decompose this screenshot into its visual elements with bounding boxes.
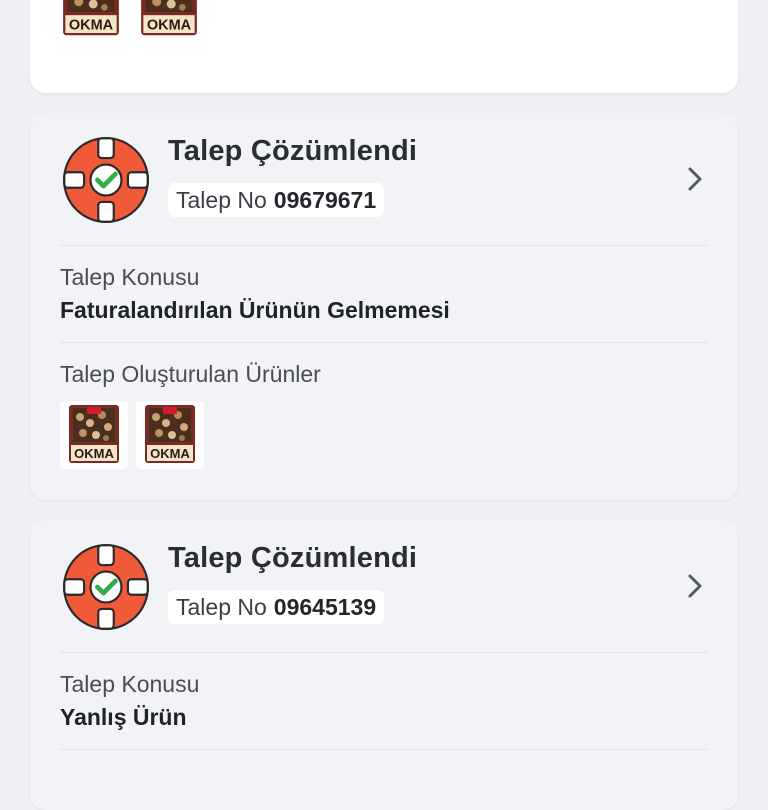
subject-label: Talep Konusu — [60, 671, 200, 697]
lifebuoy-check-icon — [63, 137, 149, 223]
product-thumbnail[interactable] — [136, 401, 204, 469]
ticket-number-value: 09679671 — [273, 186, 377, 213]
ticket-number-badge: Talep No 09679671 — [168, 183, 385, 217]
ticket-number-value: 09645139 — [273, 593, 377, 620]
divider — [60, 749, 708, 750]
lifebuoy-check-icon — [63, 544, 149, 630]
product-pack-image — [140, 0, 198, 38]
top-request-card[interactable] — [30, 0, 738, 93]
request-status-title: Talep Çözümlendi — [168, 135, 418, 167]
ticket-number-label: Talep No — [176, 593, 267, 620]
chevron-right-icon[interactable] — [686, 572, 704, 600]
request-card[interactable]: Talep Çözümlendi Talep No 09679671 Talep… — [30, 113, 738, 500]
product-pack-image — [144, 405, 196, 465]
product-pack-image — [68, 405, 120, 465]
product-thumbnail[interactable] — [62, 0, 120, 38]
divider — [60, 652, 708, 653]
product-thumbnail[interactable] — [140, 0, 198, 38]
product-thumbnail[interactable] — [60, 401, 128, 469]
ticket-number-badge: Talep No 09645139 — [168, 590, 385, 624]
product-pack-image — [62, 0, 120, 38]
subject-value: Faturalandırılan Ürünün Gelmemesi — [60, 297, 450, 323]
request-card[interactable]: Talep Çözümlendi Talep No 09645139 Talep… — [30, 520, 738, 810]
divider — [60, 342, 708, 343]
products-label: Talep Oluşturulan Ürünler — [60, 361, 321, 387]
divider — [60, 245, 708, 246]
ticket-number-label: Talep No — [176, 186, 267, 213]
chevron-right-icon[interactable] — [686, 165, 704, 193]
request-status-title: Talep Çözümlendi — [168, 542, 418, 574]
subject-label: Talep Konusu — [60, 264, 200, 290]
subject-value: Yanlış Ürün — [60, 704, 187, 730]
